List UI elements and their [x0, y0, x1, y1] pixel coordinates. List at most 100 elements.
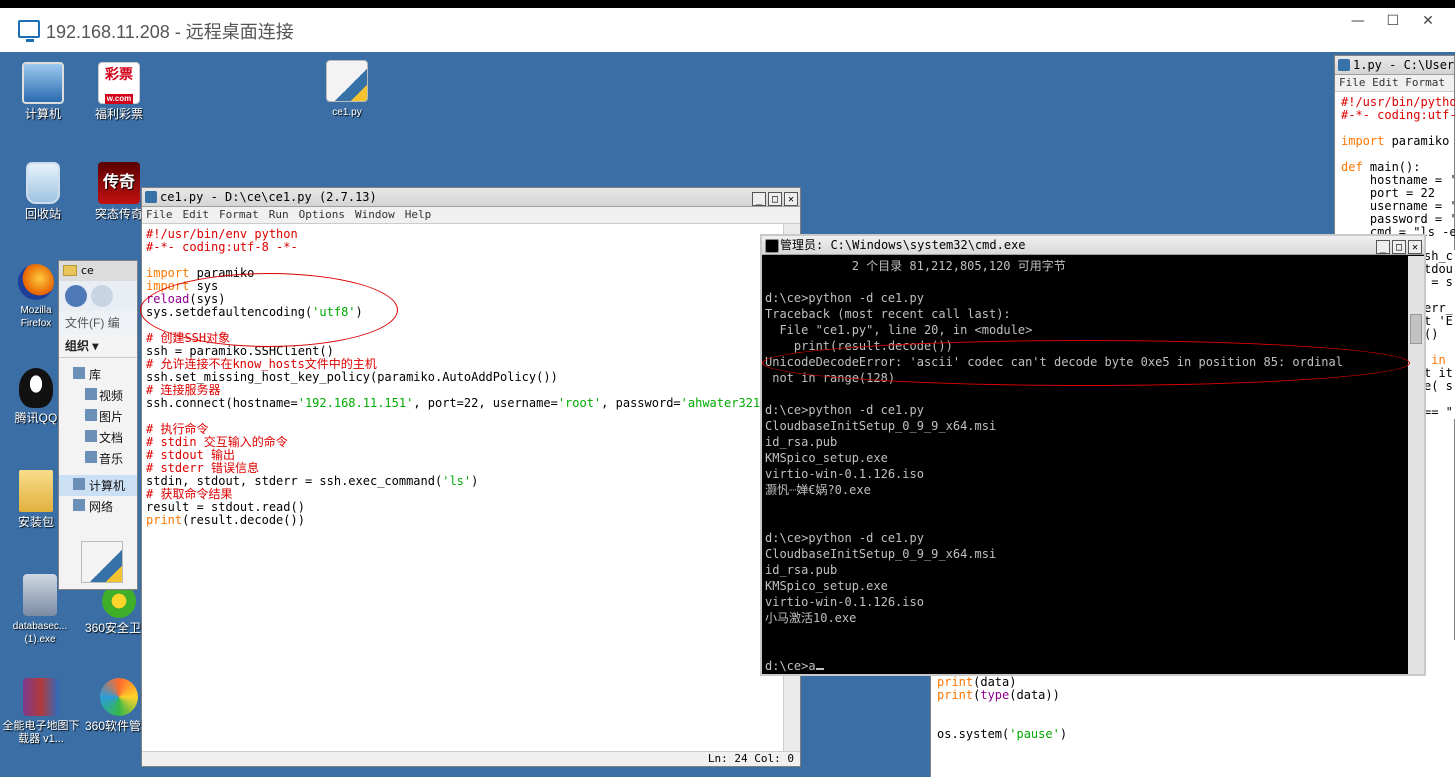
desktop-icon-ce1py[interactable]: ce1.py: [312, 60, 382, 119]
cmd-line: [765, 514, 1405, 530]
code-line: print(type(data)): [937, 688, 1060, 702]
python-icon: [145, 191, 157, 203]
menu-run[interactable]: Run: [269, 208, 289, 221]
cmd-line: KMSpico_setup.exe: [765, 579, 888, 593]
code-line: ssh.set_missing_host_key_policy(paramiko…: [146, 370, 558, 384]
code-line: == ": [1424, 405, 1453, 419]
cursor-position: Ln: 24 Col: 0: [707, 752, 794, 765]
minimize-button[interactable]: —: [1343, 8, 1373, 34]
nav-pictures[interactable]: 图片: [59, 406, 137, 427]
network-icon: [73, 499, 85, 511]
desktop-icon-recycle-bin[interactable]: 回收站: [8, 162, 78, 221]
python-icon: [1338, 59, 1350, 71]
video-icon: [85, 388, 97, 400]
rdp-title: 192.168.11.208 - 远程桌面连接: [46, 22, 294, 42]
cmd-line: File "ce1.py", line 20, in <module>: [765, 323, 1033, 337]
desktop-icon-computer[interactable]: 计算机: [8, 62, 78, 121]
menu-format[interactable]: Format: [219, 208, 259, 221]
minimize-button[interactable]: _: [1376, 240, 1390, 254]
remote-desktop-icon: [18, 20, 40, 42]
nav-library[interactable]: 库: [59, 364, 137, 385]
explorer-window[interactable]: ce 文件(F) 编 组织 ▾ 库 视频 图片 文档 音乐 计算机 网络: [58, 260, 138, 590]
desktop-icon-firefox[interactable]: Mozilla Firefox: [8, 264, 64, 330]
cmd-line: CloudbaseInitSetup_0_9_9_x64.msi: [765, 547, 997, 561]
rdp-window-controls: — ☐ ✕: [1343, 8, 1443, 34]
menu-help[interactable]: Help: [405, 208, 432, 221]
editor-text-area[interactable]: #!/usr/bin/env python #-*- coding:utf-8 -…: [146, 228, 782, 738]
background-editor-code[interactable]: #!/usr/bin/pytho #-*- coding:utf- import …: [1335, 92, 1455, 243]
background-editor-code-fragment: sh_c tdou = s err_ t 'E() in t it e( s == ": [1424, 250, 1455, 419]
rdp-titlebar: 192.168.11.208 - 远程桌面连接 — ☐ ✕: [0, 0, 1455, 52]
minimize-button[interactable]: _: [752, 192, 766, 206]
code-line: print(result.decode()): [146, 513, 305, 527]
cmd-window[interactable]: 管理员: C:\Windows\system32\cmd.exe _ □ ✕ 2 个…: [760, 234, 1426, 676]
lottery-icon-glyph: 彩票: [105, 66, 133, 82]
library-icon: [73, 367, 85, 379]
menu-edit[interactable]: Edit: [183, 208, 210, 221]
explorer-nav-bar: [59, 281, 137, 311]
cmd-line: d:\ce>python -d ce1.py: [765, 531, 924, 545]
nav-computer[interactable]: 计算机: [59, 475, 137, 496]
desktop-icon-map-downloader[interactable]: 全能电子地图下载器 v1...: [2, 678, 80, 746]
cmd-line: 2 个目录 81,212,805,120 可用字节: [765, 259, 1066, 273]
code-line: import paramiko: [146, 266, 255, 280]
cmd-scrollbar-thumb[interactable]: [1410, 314, 1422, 344]
recycle-bin-icon: [26, 162, 60, 204]
desktop-icon-folder[interactable]: 安装包: [8, 470, 64, 529]
lottery-icon-subtext: w.com: [104, 94, 134, 104]
editor-window[interactable]: ce1.py - D:\ce\ce1.py (2.7.13) _ □ ✕ File E…: [141, 187, 801, 767]
background-editor-menubar[interactable]: File Edit Format: [1335, 75, 1454, 92]
nav-videos[interactable]: 视频: [59, 385, 137, 406]
folder-icon: [19, 470, 53, 512]
cmd-line: Traceback (most recent call last):: [765, 307, 1011, 321]
code-line: import paramiko: [1341, 134, 1450, 148]
picture-icon: [85, 409, 97, 421]
document-icon: [85, 430, 97, 442]
close-button[interactable]: ✕: [1413, 8, 1443, 34]
cmd-line: [765, 498, 1405, 514]
editor-title: ce1.py - D:\ce\ce1.py (2.7.13): [160, 190, 377, 204]
nav-network[interactable]: 网络: [59, 496, 137, 517]
code-line: #-*- coding:utf-8 -*-: [146, 240, 298, 254]
lottery-icon: 彩票 w.com: [98, 62, 140, 104]
cmd-scrollbar[interactable]: [1408, 256, 1424, 674]
nav-documents[interactable]: 文档: [59, 427, 137, 448]
explorer-titlebar[interactable]: ce: [59, 261, 137, 281]
python-file-preview-icon: [81, 541, 123, 583]
maximize-button[interactable]: ☐: [1378, 8, 1408, 34]
back-arrow-icon[interactable]: [65, 285, 87, 307]
background-editor-titlebar[interactable]: 1.py - C:\User: [1335, 56, 1454, 75]
close-button[interactable]: ✕: [784, 192, 798, 206]
maximize-button[interactable]: □: [1392, 240, 1406, 254]
menu-window[interactable]: Window: [355, 208, 395, 221]
organize-button[interactable]: 组织 ▾: [59, 334, 137, 358]
menu-file[interactable]: File: [146, 208, 173, 221]
explorer-menu[interactable]: 文件(F) 编: [59, 311, 137, 334]
cmd-output[interactable]: 2 个目录 81,212,805,120 可用字节 d:\ce>python -…: [765, 258, 1405, 674]
music-icon: [85, 451, 97, 463]
cmd-titlebar[interactable]: 管理员: C:\Windows\system32\cmd.exe _ □ ✕: [762, 236, 1424, 255]
cmd-icon: [765, 239, 779, 253]
menu-options[interactable]: Options: [299, 208, 345, 221]
close-button[interactable]: ✕: [1408, 240, 1422, 254]
cmd-line: id_rsa.pub: [765, 435, 838, 449]
code-line: ssh.connect(hostname='192.168.11.151', p…: [146, 396, 775, 410]
desktop-icon-qq[interactable]: 腾讯QQ: [8, 368, 64, 425]
desktop-icon-lottery[interactable]: 彩票 w.com 福利彩票: [84, 62, 154, 121]
editor-titlebar[interactable]: ce1.py - D:\ce\ce1.py (2.7.13) _ □ ✕: [142, 188, 800, 207]
nav-music[interactable]: 音乐: [59, 448, 137, 469]
cmd-line: [765, 274, 1405, 290]
code-line: stdin, stdout, stderr = ssh.exec_command…: [146, 474, 479, 488]
code-line: # stdin 交互输入的命令: [146, 435, 288, 449]
game-icon: 传奇: [98, 162, 140, 204]
game-icon-glyph: 传奇: [102, 174, 135, 191]
cmd-line: print(result.decode()): [765, 339, 953, 353]
winrar-archive-icon: [23, 678, 59, 716]
maximize-button[interactable]: □: [768, 192, 782, 206]
forward-arrow-icon[interactable]: [91, 285, 113, 307]
cmd-line: CloudbaseInitSetup_0_9_9_x64.msi: [765, 419, 997, 433]
code-line: #-*- coding:utf-: [1341, 108, 1455, 122]
